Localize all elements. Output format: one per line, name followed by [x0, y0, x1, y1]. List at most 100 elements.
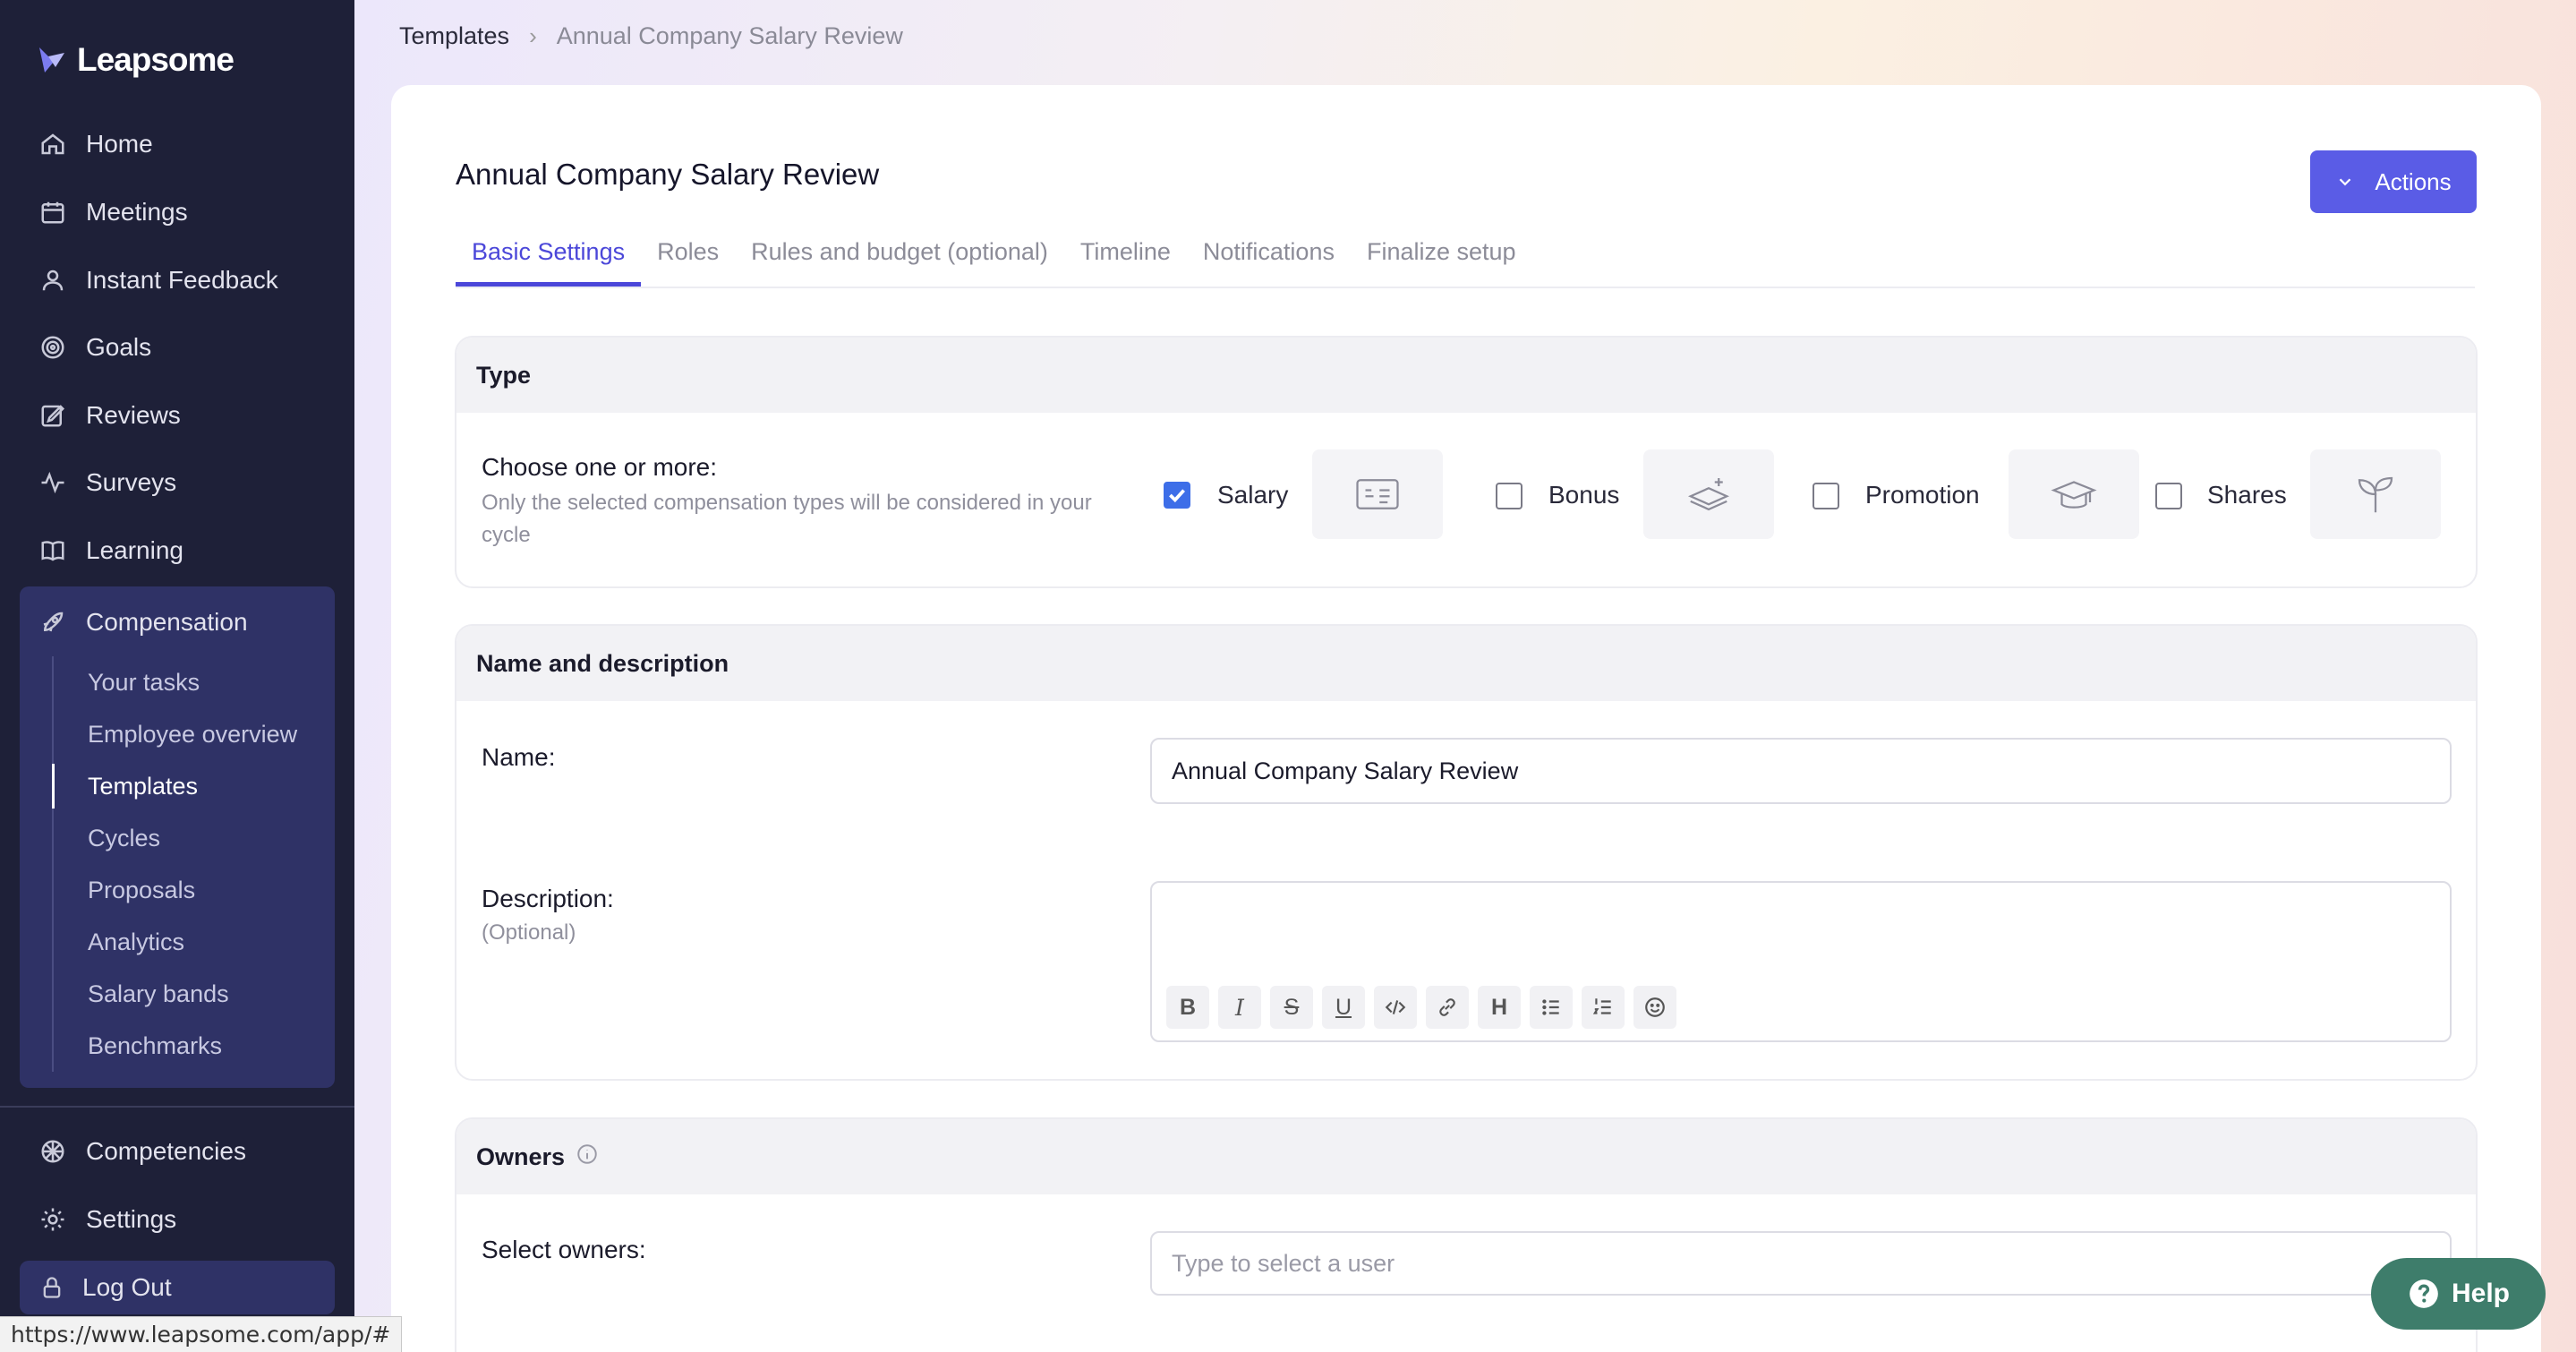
sidebar-item-home[interactable]: Home [20, 117, 335, 171]
sidebar-item-surveys[interactable]: Surveys [20, 456, 335, 509]
subnav-item-templates[interactable]: Templates [52, 760, 320, 812]
learning-icon [41, 541, 64, 561]
name-label: Name: [482, 743, 556, 771]
feedback-icon [42, 270, 64, 291]
subnav-item-employee-overview[interactable]: Employee overview [54, 708, 320, 760]
subnav-item-your-tasks[interactable]: Your tasks [54, 656, 320, 708]
tab-notifications[interactable]: Notifications [1187, 235, 1351, 287]
sidebar-item-label: Settings [86, 1205, 177, 1233]
description-optional: (Optional) [482, 920, 576, 945]
description-label: Description: [482, 885, 614, 912]
select-owners-label: Select owners: [482, 1236, 646, 1263]
help-label: Help [2451, 1279, 2510, 1308]
subnav-item-analytics[interactable]: Analytics [54, 916, 320, 968]
sidebar-item-goals[interactable]: Goals [20, 321, 335, 374]
shares-checkbox[interactable] [2155, 483, 2182, 509]
subnav-item-cycles[interactable]: Cycles [54, 812, 320, 864]
italic-icon[interactable]: I [1218, 986, 1261, 1029]
sidebar-item-settings[interactable]: Settings [20, 1193, 335, 1246]
sidebar-item-label: Meetings [86, 198, 188, 226]
subnav-item-benchmarks[interactable]: Benchmarks [54, 1020, 320, 1072]
numbered-list-icon[interactable] [1582, 986, 1625, 1029]
sidebar-item-label: Surveys [86, 468, 177, 496]
home-icon [41, 133, 64, 155]
section-title: Type [456, 338, 2476, 413]
chevron-right-icon: › [529, 21, 537, 49]
underline-icon[interactable]: U [1322, 986, 1365, 1029]
question-icon [2410, 1279, 2438, 1308]
subnav-item-proposals[interactable]: Proposals [54, 864, 320, 916]
salary-label[interactable]: Salary [1217, 481, 1288, 509]
sidebar-item-label: Competencies [86, 1137, 246, 1165]
sidebar-item-competencies[interactable]: Competencies [20, 1125, 335, 1178]
logo[interactable]: Leapsome [36, 38, 235, 82]
section-header: Owners [456, 1119, 2476, 1194]
bonus-label[interactable]: Bonus [1548, 481, 1619, 509]
section-title: Owners [476, 1142, 566, 1170]
heading-icon[interactable]: H [1478, 986, 1521, 1029]
lock-icon [43, 1277, 61, 1298]
bonus-icon [1643, 449, 1774, 539]
reviews-icon [41, 405, 65, 427]
meetings-icon [41, 201, 64, 224]
rocket-icon [43, 612, 64, 632]
logout-button[interactable]: Log Out [20, 1261, 335, 1314]
goals-icon [41, 336, 64, 359]
code-icon[interactable] [1374, 986, 1417, 1029]
sidebar-divider [0, 1106, 354, 1108]
breadcrumb: Templates › Annual Company Salary Review [399, 18, 903, 54]
type-help-text: Only the selected compensation types wil… [482, 491, 1092, 547]
logout-label: Log Out [82, 1273, 172, 1301]
tab-basic-settings[interactable]: Basic Settings [456, 235, 642, 287]
sidebar-item-instant-feedback[interactable]: Instant Feedback [20, 253, 335, 307]
shares-label[interactable]: Shares [2207, 481, 2287, 509]
surveys-icon [41, 471, 64, 494]
status-bar-url: https://www.leapsome.com/app/# [0, 1316, 403, 1352]
sidebar-item-reviews[interactable]: Reviews [20, 389, 335, 442]
tab-bar: Basic Settings Roles Rules and budget (o… [456, 235, 2475, 288]
promotion-label[interactable]: Promotion [1865, 481, 1980, 509]
help-button[interactable]: Help [2371, 1258, 2546, 1330]
link-icon[interactable] [1426, 986, 1469, 1029]
choose-label: Choose one or more: [482, 453, 718, 481]
actions-button[interactable]: Actions [2310, 150, 2477, 213]
tab-finalize-setup[interactable]: Finalize setup [1351, 235, 1532, 287]
subnav-item-salary-bands[interactable]: Salary bands [54, 968, 320, 1020]
info-icon[interactable] [576, 1142, 599, 1172]
bold-icon[interactable]: B [1166, 986, 1209, 1029]
tab-rules-and-budget[interactable]: Rules and budget (optional) [735, 235, 1064, 287]
strikethrough-icon[interactable]: S [1270, 986, 1313, 1029]
salary-icon [1312, 449, 1443, 539]
graduation-cap-icon [2009, 449, 2139, 539]
chevron-down-icon [2340, 178, 2351, 186]
checkmark-icon [1169, 489, 1185, 503]
tab-roles[interactable]: Roles [641, 235, 735, 287]
compensation-group: Compensation Your tasks Employee overvie… [20, 586, 335, 1088]
sidebar-item-label: Learning [86, 536, 183, 564]
compensation-subnav: Your tasks Employee overview Templates C… [52, 656, 320, 1072]
bonus-checkbox[interactable] [1496, 483, 1523, 509]
bullet-list-icon[interactable] [1530, 986, 1573, 1029]
sidebar-item-compensation[interactable]: Compensation [20, 595, 335, 649]
breadcrumb-templates-link[interactable]: Templates [399, 22, 509, 50]
tab-timeline[interactable]: Timeline [1064, 235, 1187, 287]
actions-label: Actions [2375, 167, 2452, 195]
gear-icon [41, 1208, 64, 1231]
logo-text: Leapsome [77, 41, 235, 78]
description-editor[interactable]: B I S U H [1150, 881, 2452, 1042]
page-title: Annual Company Salary Review [456, 158, 880, 191]
editor-toolbar: B I S U H [1166, 986, 1676, 1029]
section-title: Name and description [456, 626, 2476, 701]
sidebar-item-label: Home [86, 130, 153, 158]
sidebar-item-label: Goals [86, 333, 152, 361]
sidebar-item-meetings[interactable]: Meetings [20, 185, 335, 239]
sidebar-item-label: Reviews [86, 401, 181, 429]
sidebar-item-learning[interactable]: Learning [20, 524, 335, 578]
owners-select-input[interactable]: Type to select a user [1150, 1231, 2452, 1296]
promotion-checkbox[interactable] [1813, 483, 1839, 509]
sidebar-item-label: Compensation [86, 608, 248, 636]
name-input[interactable]: Annual Company Salary Review [1150, 738, 2452, 804]
salary-checkbox[interactable] [1164, 482, 1190, 509]
breadcrumb-current: Annual Company Salary Review [556, 21, 903, 49]
emoji-icon[interactable] [1633, 986, 1676, 1029]
